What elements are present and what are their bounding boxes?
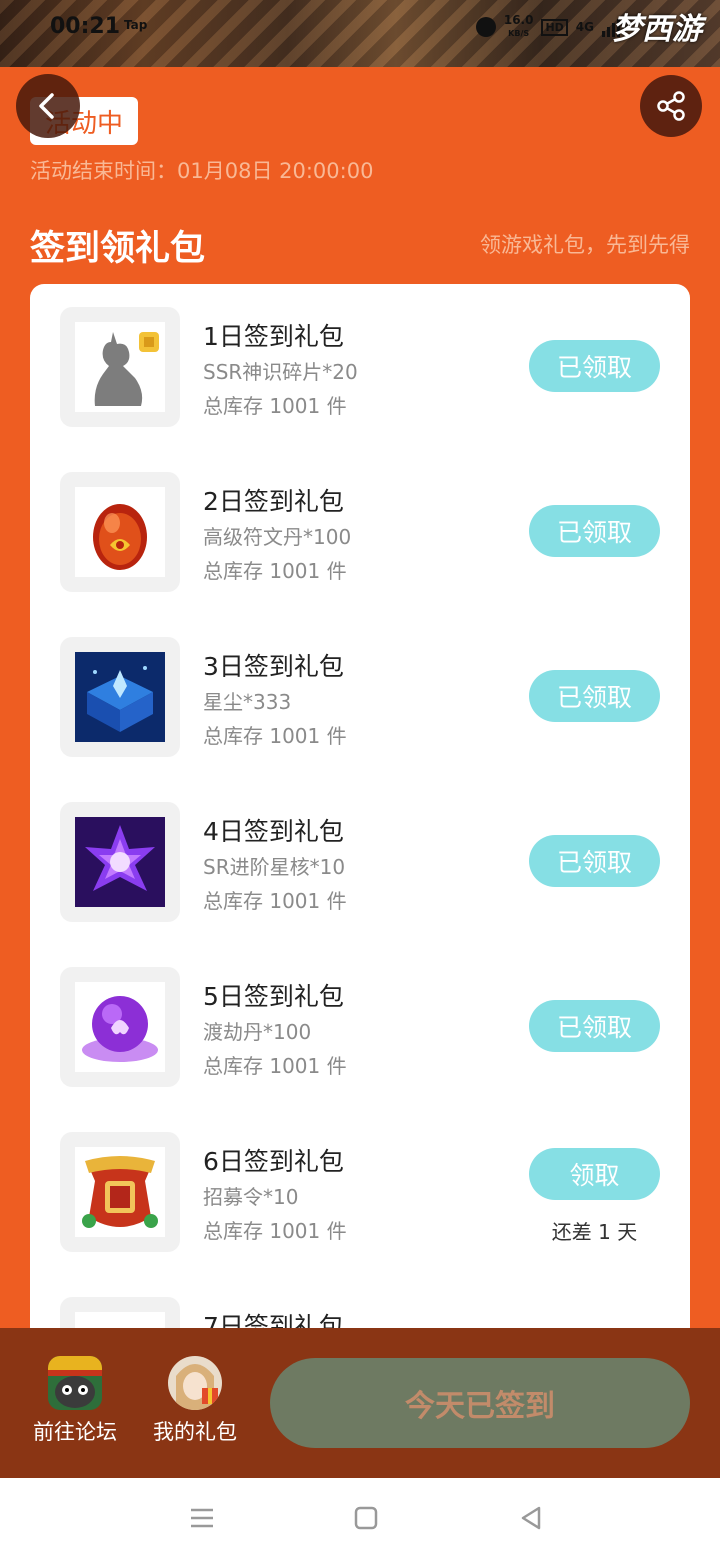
purple-star-core-icon <box>75 817 165 907</box>
gift-item: SSR神识碎片*20 <box>203 360 358 384</box>
page-title: 签到领礼包 <box>30 229 206 269</box>
claim-button[interactable]: 领取 <box>529 1148 660 1200</box>
checked-in-today-button[interactable]: 今天已签到 <box>270 1358 690 1448</box>
gift-item: 高级符文丹*100 <box>203 525 352 549</box>
gift-row-day-6: 6日签到礼包 招募令*10 总库存 1001 件 领取 还差 1 天 <box>60 1132 660 1252</box>
hd-icon: HD <box>541 18 568 36</box>
gift-title: 2日签到礼包 <box>203 487 344 516</box>
gift-stock: 总库存 1001 件 <box>203 889 347 913</box>
status-indicators: 16.0 KB/S HD 4G <box>475 14 620 40</box>
alarm-icon <box>475 17 496 37</box>
net-speed-value: 16.0 <box>503 13 534 27</box>
claimed-button[interactable]: 已领取 <box>529 340 660 392</box>
gift-thumb <box>60 967 180 1087</box>
gift-stock: 总库存 1001 件 <box>203 724 347 748</box>
gift-stock: 总库存 1001 件 <box>203 559 347 583</box>
my-gifts-link[interactable]: 我的礼包 <box>145 1356 245 1446</box>
chevron-left-icon <box>39 93 54 119</box>
blue-chest-icon <box>75 652 165 742</box>
back-button[interactable] <box>16 74 80 138</box>
claimed-button[interactable]: 已领取 <box>529 1000 660 1052</box>
page-subtitle: 领游戏礼包，先到先得 <box>480 233 690 257</box>
my-gifts-label: 我的礼包 <box>153 1420 237 1444</box>
gift-stock: 总库存 1001 件 <box>203 1219 347 1243</box>
shadow-character-icon <box>75 322 165 412</box>
gift-title: 6日签到礼包 <box>203 1147 344 1176</box>
system-nav-bar <box>0 1478 720 1560</box>
gift-thumb <box>60 307 180 427</box>
gift-row-day-1: 1日签到礼包 SSR神识碎片*20 总库存 1001 件 已领取 <box>60 307 660 427</box>
claimed-button[interactable]: 已领取 <box>529 505 660 557</box>
gift-title: 5日签到礼包 <box>203 982 344 1011</box>
home-icon[interactable] <box>352 1504 380 1532</box>
gift-title: 4日签到礼包 <box>203 817 344 846</box>
claimed-button[interactable]: 已领取 <box>529 670 660 722</box>
forum-link[interactable]: 前往论坛 <box>25 1356 125 1446</box>
recruit-token-icon <box>75 1147 165 1237</box>
my-gifts-avatar-icon <box>168 1356 222 1410</box>
activity-end-time: 活动结束时间：01月08日 20:00:00 <box>30 159 374 183</box>
forum-label: 前往论坛 <box>33 1420 117 1444</box>
gift-item: 渡劫丹*100 <box>203 1020 312 1044</box>
game-logo: 梦西游 <box>612 12 702 47</box>
share-button[interactable] <box>640 75 702 137</box>
gift-thumb <box>60 802 180 922</box>
gift-item: SR进阶星核*10 <box>203 855 346 879</box>
signal-type: 4G <box>575 20 594 34</box>
gift-thumb <box>60 1132 180 1252</box>
gift-list: 1日签到礼包 SSR神识碎片*20 总库存 1001 件 已领取 2日签到礼包 … <box>30 284 690 1484</box>
gift-row-day-2: 2日签到礼包 高级符文丹*100 总库存 1001 件 已领取 <box>60 472 660 592</box>
share-icon <box>657 91 685 121</box>
red-egg-rune-icon <box>75 487 165 577</box>
gift-row-day-5: 5日签到礼包 渡劫丹*100 总库存 1001 件 已领取 <box>60 967 660 1087</box>
gift-thumb <box>60 637 180 757</box>
status-bar: 00:21 Tap 16.0 KB/S HD 4G 梦西游 <box>0 0 720 67</box>
gift-title: 1日签到礼包 <box>203 322 344 351</box>
net-speed: 16.0 KB/S <box>504 14 534 40</box>
gift-item: 星尘*333 <box>203 690 292 714</box>
menu-icon[interactable] <box>188 1504 216 1532</box>
gift-stock: 总库存 1001 件 <box>203 1054 347 1078</box>
net-speed-unit: KB/S <box>508 29 530 38</box>
bottom-action-bar: 前往论坛 我的礼包 今天已签到 <box>0 1328 720 1478</box>
days-remaining: 还差 1 天 <box>551 1220 638 1244</box>
back-nav-icon[interactable] <box>517 1504 545 1532</box>
gift-row-day-4: 4日签到礼包 SR进阶星核*10 总库存 1001 件 已领取 <box>60 802 660 922</box>
gift-stock: 总库存 1001 件 <box>203 394 347 418</box>
status-app-tag: Tap <box>124 18 148 32</box>
purple-orb-icon <box>75 982 165 1072</box>
gift-item: 招募令*10 <box>203 1185 299 1209</box>
gift-row-day-3: 3日签到礼包 星尘*333 总库存 1001 件 已领取 <box>60 637 660 757</box>
gift-thumb <box>60 472 180 592</box>
claimed-button[interactable]: 已领取 <box>529 835 660 887</box>
status-time: 00:21 <box>50 14 121 39</box>
forum-avatar-icon <box>48 1356 102 1410</box>
gift-title: 3日签到礼包 <box>203 652 344 681</box>
